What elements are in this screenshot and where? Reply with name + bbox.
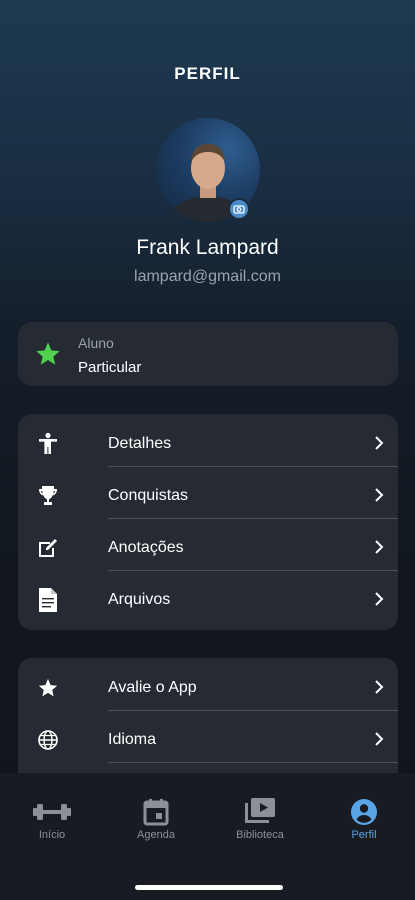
divider [108,570,398,571]
note-icon [36,536,60,560]
profile-menu: Detalhes Conquistas Anotações Arquivos [18,414,398,630]
globe-icon [36,728,60,752]
document-icon [36,588,60,612]
user-name: Frank Lampard [136,236,279,259]
menu-item-label: Anotações [108,539,184,556]
tab-inicio[interactable]: Início [0,797,104,847]
chevron-right-icon [374,540,384,559]
video-library-icon [208,797,312,827]
avatar[interactable] [156,118,260,222]
divider [108,518,398,519]
chevron-right-icon [374,732,384,751]
dumbbell-icon [0,797,104,827]
menu-item-label: Conquistas [108,487,189,504]
tab-label: Biblioteca [236,829,284,841]
menu-item-arquivos[interactable]: Arquivos [18,574,398,626]
person-icon [36,432,60,456]
chevron-right-icon [374,592,384,611]
status-label: Aluno [78,335,114,351]
home-indicator[interactable] [135,885,283,890]
menu-item-avalie[interactable]: Avalie o App [18,662,398,714]
divider [108,466,398,467]
bottom-tab-bar: Início Agenda Biblioteca Perfil [0,773,415,900]
menu-item-detalhes[interactable]: Detalhes [18,418,398,470]
camera-icon[interactable] [228,198,250,220]
calendar-icon [104,797,208,827]
chevron-right-icon [374,680,384,699]
star-icon [36,676,60,700]
menu-item-anotacoes[interactable]: Anotações [18,522,398,574]
chevron-right-icon [374,488,384,507]
menu-item-label: Detalhes [108,435,172,452]
user-email: lampard@gmail.com [134,268,281,285]
tab-label: Agenda [137,829,175,841]
trophy-icon [36,484,60,508]
menu-item-conquistas[interactable]: Conquistas [18,470,398,522]
tab-biblioteca[interactable]: Biblioteca [208,797,312,847]
divider [108,762,398,763]
status-value: Particular [78,359,142,376]
star-icon [34,340,62,373]
account-icon [312,797,415,827]
page-title: PERFIL [174,64,241,83]
tab-label: Perfil [351,829,377,841]
menu-item-label: Arquivos [108,591,171,608]
menu-item-label: Avalie o App [108,679,197,696]
divider [108,710,398,711]
app-menu: Avalie o App Idioma [18,658,398,778]
menu-item-idioma[interactable]: Idioma [18,714,398,766]
tab-agenda[interactable]: Agenda [104,797,208,847]
tab-label: Início [38,829,66,841]
student-status-card: Aluno Particular [18,322,398,386]
menu-item-label: Idioma [108,731,157,748]
tab-perfil[interactable]: Perfil [312,797,415,847]
chevron-right-icon [374,436,384,455]
